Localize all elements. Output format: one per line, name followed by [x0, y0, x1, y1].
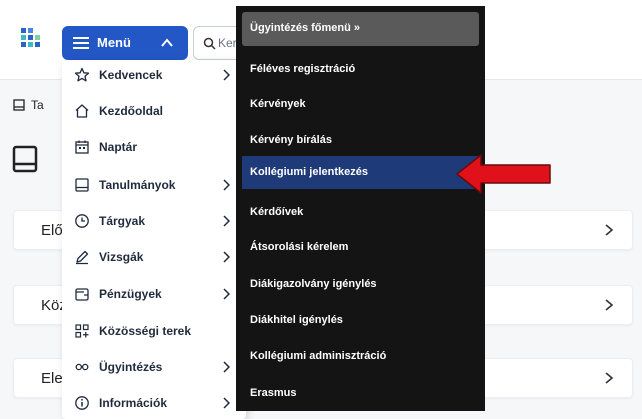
menu-item-label: Tanulmányok — [99, 178, 176, 192]
submenu-item-label: Diákhitel igénylés — [250, 314, 343, 326]
submenu-item[interactable]: Kérvény bírálás — [242, 124, 479, 157]
chevron-right-icon — [223, 215, 230, 227]
book-icon — [13, 99, 25, 111]
submenu-item-highlighted[interactable]: Kollégiumi jelentkezés — [242, 156, 479, 189]
menu-item-label: Pénzügyek — [99, 287, 162, 301]
submenu-item[interactable]: Diákigazolvány igénylés — [242, 268, 479, 301]
breadcrumb[interactable]: Ta — [13, 98, 44, 112]
menu-item-penzugyek[interactable]: Pénzügyek — [62, 279, 246, 309]
menu-item-label: Vizsgák — [99, 250, 144, 264]
submenu-header-label: Ügyintézés főmenü » — [250, 22, 361, 34]
menu-button-label: Menü — [97, 35, 131, 50]
menu-item-kozossegi-terek[interactable]: Közösségi terek — [62, 316, 246, 346]
submenu-item[interactable]: Átsorolási kérelem — [242, 231, 479, 264]
submenu-item[interactable]: Kérvények — [242, 88, 479, 121]
calendar-icon — [75, 140, 89, 154]
home-icon — [75, 104, 89, 118]
clock-icon — [75, 214, 89, 228]
wallet-icon — [75, 288, 89, 301]
submenu-item[interactable]: Féléves regisztráció — [242, 53, 479, 86]
breadcrumb-label: Ta — [31, 98, 44, 112]
chevron-right-icon — [223, 69, 230, 81]
submenu-item[interactable]: Diákhitel igénylés — [242, 304, 479, 337]
menu-item-vizsgak[interactable]: Vizsgák — [62, 242, 246, 272]
chevron-right-icon — [605, 299, 614, 311]
hamburger-icon — [73, 37, 89, 49]
card-title: Elő — [41, 222, 63, 239]
submenu-item-label: Erasmus — [250, 387, 297, 399]
menu-item-label: Kezdőoldal — [99, 104, 164, 118]
chevron-up-icon — [161, 38, 173, 47]
submenu-header-link[interactable]: Ügyintézés főmenü » — [242, 12, 479, 46]
menu-button[interactable]: Menü — [62, 26, 188, 60]
chevron-right-icon — [605, 372, 614, 384]
menu-item-targyak[interactable]: Tárgyak — [62, 206, 246, 236]
submenu-item[interactable]: Erasmus — [242, 377, 479, 410]
page-title-book-icon — [12, 145, 38, 173]
menu-item-label: Kedvencek — [99, 68, 163, 82]
submenu-item-label: Átsorolási kérelem — [250, 241, 349, 253]
main-menu-dropdown: Kedvencek Kezdőoldal Naptár Tanulmányok … — [62, 60, 246, 419]
submenu-item[interactable]: Kollégiumi adminisztráció — [242, 340, 479, 373]
menu-item-naptar[interactable]: Naptár — [62, 132, 246, 162]
star-icon — [74, 67, 90, 82]
submenu-item-label: Kollégiumi adminisztráció — [250, 350, 387, 362]
submenu-item-label: Féléves regisztráció — [250, 63, 356, 75]
submenu-item[interactable]: Kérdőívek — [242, 196, 479, 229]
menu-item-label: Közösségi terek — [99, 324, 192, 338]
chevron-right-icon — [223, 288, 230, 300]
search-icon — [203, 37, 216, 50]
card-title: Ele — [41, 370, 63, 387]
menu-item-tanulmanyok[interactable]: Tanulmányok — [62, 170, 246, 200]
submenu-item-label: Kérvények — [250, 98, 306, 110]
chevron-right-icon — [223, 179, 230, 191]
submenu-item-label: Diákigazolvány igénylés — [250, 278, 377, 290]
ugyintezes-submenu: Ügyintézés főmenü » Féléves regisztráció… — [236, 6, 485, 411]
pencil-icon — [76, 250, 89, 265]
menu-item-ugyintezes[interactable]: Ügyintézés — [62, 352, 246, 382]
menu-item-label: Naptár — [99, 140, 138, 154]
info-icon — [75, 396, 89, 410]
menu-item-label: Információk — [99, 396, 168, 410]
menu-item-informaciok[interactable]: Információk — [62, 388, 246, 418]
menu-item-kedvencek[interactable]: Kedvencek — [62, 60, 246, 90]
menu-item-label: Ügyintézés — [99, 360, 163, 374]
menu-item-label: Tárgyak — [99, 214, 146, 228]
chevron-right-icon — [223, 361, 230, 373]
chevron-right-icon — [605, 224, 614, 236]
chevron-right-icon — [223, 397, 230, 409]
book-icon — [75, 178, 89, 192]
chevron-right-icon — [223, 251, 230, 263]
menu-item-kezdooldal[interactable]: Kezdőoldal — [62, 96, 246, 126]
submenu-item-label: Kérvény bírálás — [250, 134, 332, 146]
submenu-item-label: Kollégiumi jelentkezés — [250, 166, 368, 178]
neptun-logo-icon[interactable] — [20, 26, 42, 50]
grid-plus-icon — [75, 324, 89, 338]
submenu-item-label: Kérdőívek — [250, 206, 304, 218]
red-arrow-annotation — [456, 154, 551, 194]
infinity-icon — [75, 363, 89, 371]
